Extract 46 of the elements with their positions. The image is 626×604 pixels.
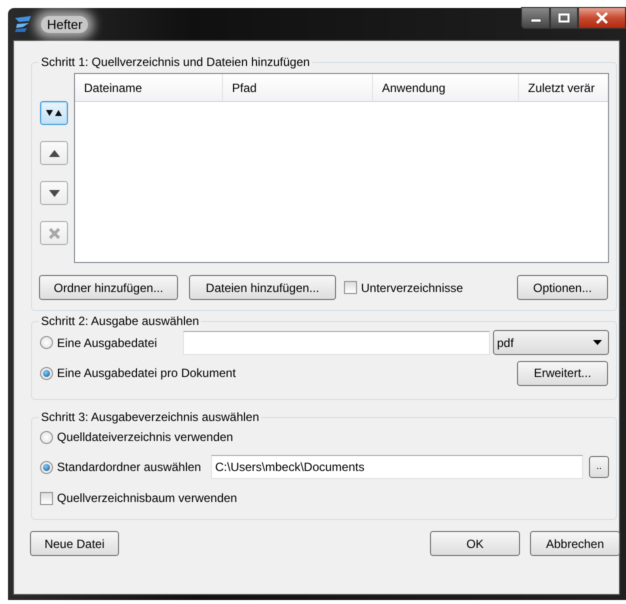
caret-icon bbox=[593, 340, 602, 345]
minimize-button[interactable] bbox=[521, 7, 550, 29]
folder-tree-label: Quellverzeichnisbaum verwenden bbox=[57, 491, 238, 505]
radio-label: Eine Ausgabedatei bbox=[57, 336, 158, 350]
cancel-button[interactable]: Abbrechen bbox=[530, 531, 620, 556]
subfolders-label: Unterverzeichnisse bbox=[361, 280, 464, 294]
output-folder-field[interactable]: C:\Users\mbeck\Documents bbox=[211, 455, 583, 479]
column-header[interactable]: Pfad bbox=[223, 74, 373, 101]
group-title: Schritt 1: Quellverzeichnis und Dateien hinzufügen bbox=[40, 55, 311, 69]
down-arrow-icon bbox=[48, 190, 60, 196]
subfolders-checkbox[interactable] bbox=[344, 281, 357, 294]
format-dropdown[interactable]: pdf bbox=[493, 330, 609, 355]
output-file-field[interactable] bbox=[183, 330, 490, 354]
column-header[interactable]: Anwendung bbox=[373, 74, 519, 101]
folder-tree-checkbox[interactable] bbox=[40, 492, 53, 504]
file-list[interactable]: Dateiname Pfad Anwendung Zuletzt verär bbox=[74, 73, 609, 263]
sort-button[interactable] bbox=[40, 101, 68, 125]
stapler-icon bbox=[13, 15, 33, 33]
ok-button[interactable]: OK bbox=[430, 531, 520, 556]
remove-icon bbox=[48, 228, 60, 238]
radio-button[interactable] bbox=[40, 336, 53, 349]
radio-label: Standardordner auswählen bbox=[57, 460, 202, 474]
maximize-icon bbox=[558, 13, 570, 23]
options-button[interactable]: Optionen... bbox=[517, 275, 608, 300]
close-icon bbox=[595, 12, 609, 24]
add-files-button[interactable]: Dateien hinzufügen... bbox=[189, 275, 336, 300]
window-title: Hefter bbox=[41, 16, 88, 32]
group-title: Schritt 3: Ausgabeverzeichnis auswählen bbox=[40, 410, 260, 424]
radio-button[interactable] bbox=[40, 460, 53, 474]
radio-label: Quelldateiverzeichnis verwenden bbox=[57, 430, 234, 444]
move-down-button[interactable] bbox=[40, 181, 68, 205]
maximize-button[interactable] bbox=[550, 7, 578, 29]
move-up-button[interactable] bbox=[40, 141, 68, 165]
advanced-button[interactable]: Erweitert... bbox=[517, 360, 608, 386]
close-button[interactable] bbox=[578, 7, 626, 29]
add-folder-button[interactable]: Ordner hinzufügen... bbox=[39, 275, 178, 300]
column-header[interactable]: Dateiname bbox=[75, 74, 223, 101]
group-title: Schritt 2: Ausgabe auswählen bbox=[40, 314, 200, 328]
radio-label: Eine Ausgabedatei pro Dokument bbox=[57, 366, 236, 380]
radio-button[interactable] bbox=[40, 430, 53, 444]
up-arrow-icon bbox=[48, 150, 60, 156]
radio-button[interactable] bbox=[40, 366, 53, 380]
browse-button[interactable]: .. bbox=[589, 456, 609, 478]
swap-icon bbox=[46, 110, 62, 116]
new-file-button[interactable]: Neue Datei bbox=[30, 531, 119, 556]
column-header[interactable]: Zuletzt verär bbox=[519, 74, 608, 101]
